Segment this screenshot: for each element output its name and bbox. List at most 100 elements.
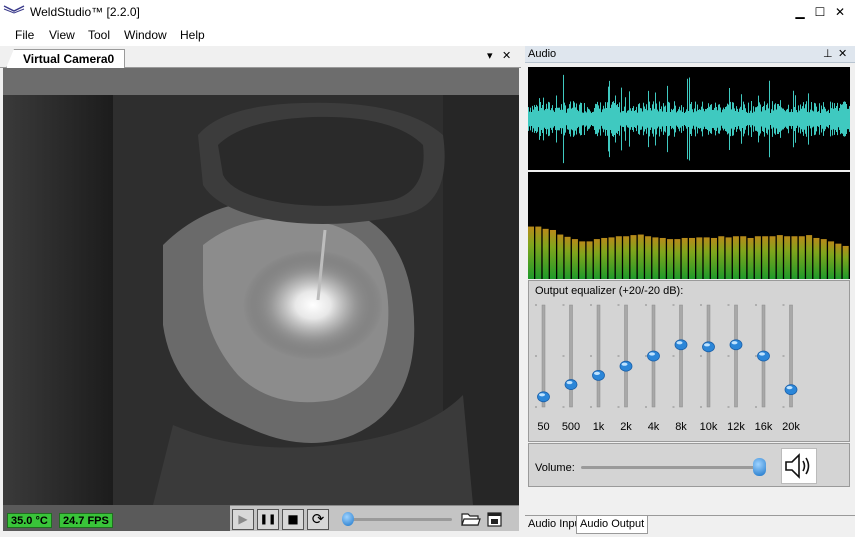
play-button[interactable]: ▶ bbox=[232, 509, 254, 530]
eq-band-label: 4k bbox=[648, 421, 660, 433]
seek-thumb[interactable] bbox=[341, 512, 354, 526]
audio-panel-close-icon[interactable]: ✕ bbox=[838, 47, 847, 60]
spectrum-bar bbox=[806, 235, 813, 279]
eq-band-20k[interactable]: 20k bbox=[782, 304, 800, 433]
spectrum-bar bbox=[564, 236, 571, 279]
volume-slider-thumb[interactable] bbox=[752, 458, 766, 476]
spectrum-bar bbox=[593, 239, 600, 279]
close-button[interactable]: ✕ bbox=[830, 0, 850, 24]
camera-view: 35.0 °C 24.7 FPS ▶ ❚❚ ■ ⟳ bbox=[3, 68, 519, 531]
spectrum-bar bbox=[586, 241, 593, 279]
spectrum-bar bbox=[798, 236, 805, 279]
eq-slider-thumb[interactable] bbox=[564, 379, 578, 390]
camera-panel: Virtual Camera0 ▾ ✕ 35.0 °C 24.7 FPS ▶ ❚… bbox=[0, 46, 521, 537]
weldstudio-window: WeldStudio™ [2.2.0] ▁ ☐ ✕ File View Tool… bbox=[0, 0, 855, 537]
window-title: WeldStudio™ [2.2.0] bbox=[30, 5, 140, 19]
eq-band-2k[interactable]: 2k bbox=[617, 304, 633, 433]
menu-file[interactable]: File bbox=[15, 28, 34, 42]
audio-panel: Audio ⊥ ✕ Output equalizer (+20/-20 dB):… bbox=[525, 46, 855, 537]
speaker-icon[interactable] bbox=[781, 448, 817, 484]
eq-slider-track[interactable] bbox=[596, 304, 601, 408]
tab-virtual-camera[interactable]: Virtual Camera0 bbox=[6, 49, 126, 68]
volume-slider-track[interactable] bbox=[581, 466, 764, 469]
spectrum-bar bbox=[637, 234, 644, 279]
spectrum-display bbox=[528, 172, 850, 279]
eq-band-500[interactable]: 500 bbox=[562, 304, 580, 433]
eq-slider-track[interactable] bbox=[569, 304, 573, 408]
spectrum-bar bbox=[528, 226, 535, 279]
spectrum-bar bbox=[762, 236, 769, 279]
eq-slider-thumb[interactable] bbox=[619, 360, 633, 372]
eq-band-label: 1k bbox=[593, 421, 605, 433]
spectrum-bar bbox=[776, 235, 783, 279]
spectrum-bar bbox=[820, 239, 827, 279]
waveform-display bbox=[528, 67, 850, 170]
spectrum-bar bbox=[623, 236, 630, 279]
spectrum-bar bbox=[652, 237, 659, 279]
eq-slider-thumb[interactable] bbox=[674, 339, 688, 351]
spectrum-bar bbox=[710, 237, 717, 279]
spectrum-bar bbox=[769, 236, 776, 279]
fps-badge: 24.7 FPS bbox=[59, 513, 113, 528]
audio-panel-title: Audio bbox=[528, 48, 557, 60]
eq-band-50[interactable]: 50 bbox=[535, 304, 550, 433]
eq-band-label: 12k bbox=[727, 421, 745, 433]
eq-slider-thumb[interactable] bbox=[647, 350, 660, 362]
eq-band-label: 500 bbox=[562, 421, 580, 433]
volume-label: Volume: bbox=[535, 462, 575, 474]
spectrum-bar bbox=[718, 236, 725, 279]
open-folder-icon[interactable] bbox=[461, 510, 481, 528]
menu-view[interactable]: View bbox=[49, 28, 75, 42]
spectrum-bar bbox=[549, 229, 556, 279]
temperature-badge: 35.0 °C bbox=[7, 513, 52, 528]
menu-tool[interactable]: Tool bbox=[88, 28, 110, 42]
eq-band-12k[interactable]: 12k bbox=[727, 304, 745, 433]
eq-slider-thumb[interactable] bbox=[537, 391, 550, 403]
spectrum-bar bbox=[842, 245, 849, 279]
spectrum-bar bbox=[732, 236, 739, 279]
spectrum-bar bbox=[645, 236, 652, 279]
seek-track[interactable] bbox=[342, 518, 452, 521]
spectrum-bar bbox=[615, 236, 622, 279]
maximize-button[interactable]: ☐ bbox=[810, 0, 830, 24]
spectrum-bar bbox=[542, 228, 549, 279]
spectrum-bar bbox=[740, 236, 747, 279]
spectrum-bar bbox=[835, 243, 842, 279]
eq-slider-thumb[interactable] bbox=[784, 384, 798, 396]
camera-panel-close-icon[interactable]: ✕ bbox=[502, 49, 511, 62]
eq-slider-thumb[interactable] bbox=[702, 341, 715, 353]
camera-panel-menu-icon[interactable]: ▾ bbox=[487, 49, 493, 62]
tab-audio-output[interactable]: Audio Output bbox=[576, 516, 649, 534]
minimize-button[interactable]: ▁ bbox=[790, 0, 810, 24]
menu-bar: File View Tool Window Help bbox=[0, 24, 855, 46]
eq-slider-track[interactable] bbox=[679, 304, 683, 408]
menu-window[interactable]: Window bbox=[124, 28, 167, 42]
eq-band-16k[interactable]: 16k bbox=[755, 304, 773, 433]
pin-icon[interactable]: ⊥ bbox=[823, 47, 833, 60]
spectrum-bar bbox=[659, 237, 666, 279]
spectrum-bar bbox=[674, 239, 681, 279]
eq-band-1k[interactable]: 1k bbox=[590, 304, 605, 433]
stop-button[interactable]: ■ bbox=[282, 509, 304, 530]
pause-button[interactable]: ❚❚ bbox=[257, 509, 279, 530]
eq-band-10k[interactable]: 10k bbox=[700, 304, 718, 433]
eq-band-8k[interactable]: 8k bbox=[672, 304, 688, 433]
spectrum-bar bbox=[784, 236, 791, 279]
eq-slider-thumb[interactable] bbox=[592, 369, 605, 381]
spectrum-bar bbox=[579, 241, 586, 279]
eq-slider-thumb[interactable] bbox=[729, 339, 743, 351]
menu-help[interactable]: Help bbox=[180, 28, 205, 42]
eq-slider-thumb[interactable] bbox=[757, 350, 770, 362]
spectrum-bar bbox=[747, 237, 754, 279]
loop-button[interactable]: ⟳ bbox=[307, 509, 329, 530]
eq-slider-track[interactable] bbox=[734, 304, 738, 408]
eq-band-4k[interactable]: 4k bbox=[645, 304, 660, 433]
title-bar: WeldStudio™ [2.2.0] ▁ ☐ ✕ bbox=[0, 0, 855, 24]
eq-slider-track[interactable] bbox=[706, 304, 711, 408]
audio-panel-spacer bbox=[528, 487, 850, 513]
camera-tab-strip: Virtual Camera0 ▾ ✕ bbox=[0, 46, 521, 68]
record-icon[interactable] bbox=[485, 510, 505, 528]
eq-slider-track[interactable] bbox=[624, 304, 628, 408]
eq-band-label: 20k bbox=[782, 421, 800, 433]
spectrum-bar bbox=[557, 234, 564, 279]
